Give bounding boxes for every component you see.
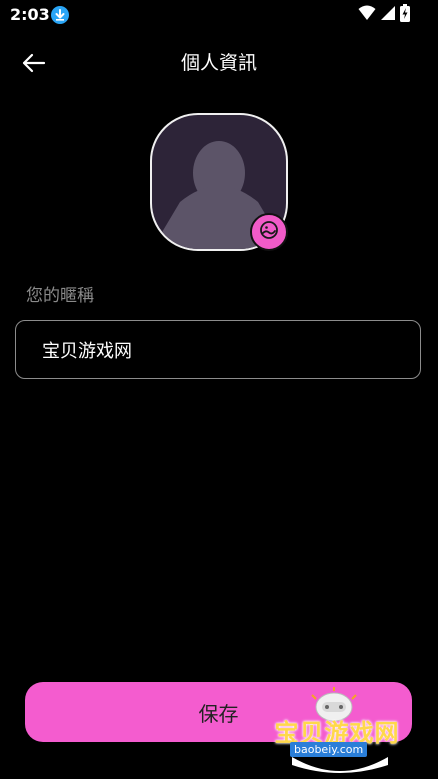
battery-charging-icon — [400, 4, 410, 26]
save-label: 保存 — [198, 701, 239, 726]
nickname-input[interactable] — [42, 321, 402, 378]
watermark-arc-icon — [290, 755, 390, 775]
nickname-field — [15, 320, 421, 379]
avatar-section — [150, 113, 288, 251]
status-time: 2:03 — [10, 5, 50, 24]
status-bar: 2:03 — [0, 0, 438, 32]
signal-icon — [380, 5, 396, 25]
wifi-icon — [358, 5, 376, 25]
page-title: 個人資訊 — [180, 52, 257, 74]
watermark: 宝贝游戏网 baobeiy.com — [262, 685, 412, 777]
edit-photo-button[interactable] — [250, 213, 288, 251]
nickname-label: 您的暱稱 — [26, 286, 94, 306]
image-edit-icon — [259, 220, 279, 244]
download-icon — [51, 6, 69, 24]
top-app-bar: 個人資訊 — [0, 40, 438, 86]
status-icons — [358, 4, 410, 26]
